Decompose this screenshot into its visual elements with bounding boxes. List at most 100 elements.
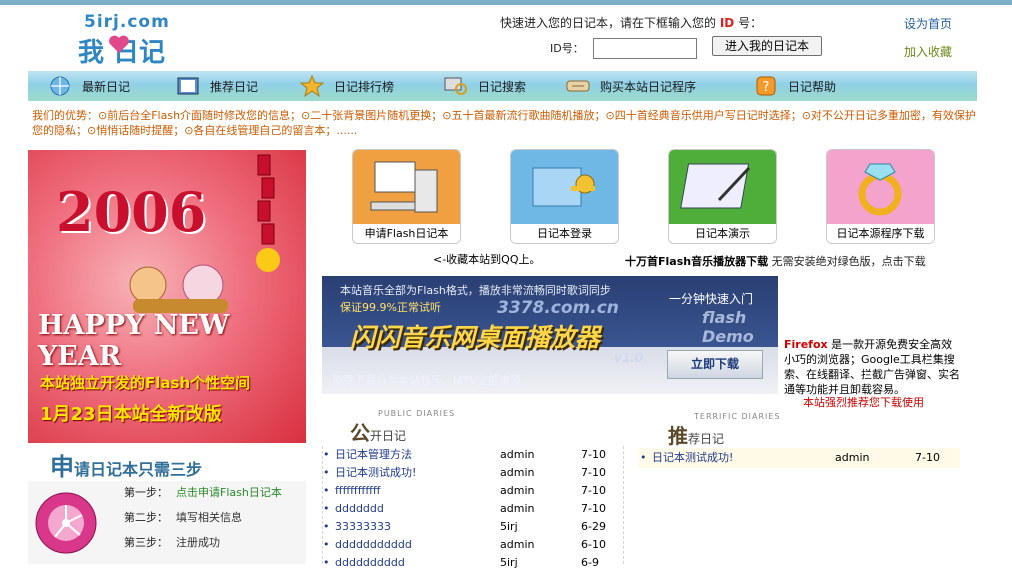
list-item[interactable]: • ddddddd admin 7-10 [323, 500, 623, 518]
advantages-text: 我们的优势：⊙前后台全Flash介面随时修改您的信息；⊙二十张背景图片随机更换；… [32, 109, 976, 137]
book-icon [177, 77, 199, 95]
cartoon-icon [129, 264, 228, 313]
nav-label: 推荐日记 [210, 79, 259, 94]
nav-ranking[interactable]: 日记排行榜 [298, 71, 394, 101]
computer-icon [353, 150, 460, 224]
list-item[interactable]: • 日记本测试成功! admin 7-10 [640, 449, 960, 467]
bullet-icon: • [323, 466, 330, 479]
nav-recommended-diaries[interactable]: 推荐日记 [174, 71, 258, 101]
diary-date: 6-29 [581, 520, 606, 533]
qq-favorite-note[interactable]: <-收藏本站到QQ上。 [433, 251, 541, 267]
nav-search[interactable]: 日记搜索 [442, 71, 526, 101]
nav-label: 日记排行榜 [334, 79, 395, 94]
diary-author: admin [500, 484, 535, 497]
id-input[interactable] [593, 38, 697, 59]
player-quickstart: 一分钟快速入门 [669, 292, 754, 306]
diary-date: 6-10 [581, 538, 606, 551]
diary-title[interactable]: 日记本测试成功! [652, 449, 733, 467]
firefox-name[interactable]: Firefox [784, 338, 828, 351]
nav-latest-diaries[interactable]: 最新日记 [46, 71, 130, 101]
quick-entry-id: ID [719, 16, 735, 30]
step-3: 第三步： 注册成功 [124, 534, 220, 550]
diary-title[interactable]: ddddddd [335, 500, 384, 518]
bullet-icon: • [323, 448, 330, 461]
ring-icon [827, 150, 934, 224]
set-homepage-link[interactable]: 设为首页 [904, 15, 952, 32]
diary-author: 5irj [500, 520, 518, 533]
step-value: 注册成功 [176, 536, 220, 549]
list-item[interactable]: • ddddddddddd admin 6-10 [323, 536, 623, 554]
banner-greeting: HAPPY NEW YEAR [38, 310, 230, 372]
diary-title[interactable]: 日记本测试成功! [335, 464, 416, 482]
source-download-button[interactable]: 日记本源程序下载 [826, 149, 935, 244]
diary-login-button[interactable]: 日记本登录 [510, 149, 619, 244]
heart-icon [109, 35, 129, 53]
apply-diary-button[interactable]: 申请Flash日记本 [352, 149, 461, 244]
svg-text:?: ? [763, 80, 770, 95]
top-border [0, 0, 1012, 5]
nav-buy-program[interactable]: 购买本站日记程序 [564, 71, 696, 101]
pinwheel-icon [35, 492, 97, 554]
diary-author: admin [500, 538, 535, 551]
list-item[interactable]: • 33333333 5irj 6-29 [323, 518, 623, 536]
step-label: 第二步： [124, 511, 168, 524]
public-title-rest: 开日记 [370, 429, 407, 443]
diary-title[interactable]: 日记本管理方法 [335, 446, 412, 464]
tablet-pen-icon [669, 150, 776, 224]
bullet-icon: • [323, 538, 330, 551]
add-favorite-link[interactable]: 加入收藏 [904, 43, 952, 60]
new-year-banner[interactable]: 2006 HAPPY NEW YEAR 本站独立开发的Flash个性空间 1月2… [28, 150, 306, 443]
quick-entry-suffix: 号： [738, 16, 763, 30]
steps-title: 申请日记本只需三步 [50, 447, 202, 482]
list-item[interactable]: • dddddddddd 5irj 6-9 [323, 554, 623, 572]
list-item[interactable]: • 日记本测试成功! admin 7-10 [323, 464, 623, 482]
main-nav: 最新日记 推荐日记 日记排行榜 日记搜索 购买本站日记程序 ? 日记帮助 [28, 71, 977, 101]
player-banner[interactable]: 本站音乐全部为Flash格式，播放非常流畅同时歌词同步 保证99.9%正常试听 … [322, 276, 778, 394]
button-label: 申请Flash日记本 [353, 224, 460, 243]
public-title-big: 公 [350, 421, 370, 445]
diary-title[interactable]: ffffffffffff [335, 482, 380, 500]
list-item[interactable]: • ffffffffffff admin 7-10 [323, 482, 623, 500]
recommended-title-rest: 荐日记 [688, 432, 725, 446]
nav-help[interactable]: ? 日记帮助 [752, 71, 836, 101]
public-section-title: 公开日记 [350, 417, 406, 446]
diary-date: 7-10 [581, 448, 606, 461]
bullet-icon: • [640, 451, 647, 464]
diary-author: 5irj [500, 556, 518, 569]
firefox-recommend[interactable]: 本站强烈推荐您下载使用 [803, 394, 924, 410]
diary-title[interactable]: dddddddddd [335, 554, 405, 572]
step-2: 第二步： 填写相关信息 [124, 509, 242, 525]
diary-demo-button[interactable]: 日记本演示 [668, 149, 777, 244]
banner-line-2: 1月23日本站全新改版 [40, 404, 222, 425]
star-icon [299, 75, 325, 97]
search-computer-icon [444, 77, 467, 95]
list-item[interactable]: • 日记本管理方法 admin 7-10 [323, 446, 623, 464]
bullet-icon: • [323, 502, 330, 515]
logo-domain[interactable]: 5irj.com [84, 12, 170, 32]
player-bottom-text: 免费下载分享本站音乐、MTV全部资源 [332, 374, 521, 387]
diary-title[interactable]: ddddddddddd [335, 536, 412, 554]
bullet-icon: • [323, 556, 330, 569]
player-site: 3378.com.cn [497, 298, 619, 318]
globe-icon [50, 76, 70, 96]
button-label: 日记本演示 [669, 224, 776, 243]
banner-year: 2006 [56, 180, 207, 244]
step-1: 第一步： 点击申请Flash日记本 [124, 484, 282, 500]
flash-player-title[interactable]: 十万首Flash音乐播放器下载 [625, 255, 768, 268]
diary-author: admin [835, 451, 870, 464]
player-version: v1.0 [614, 351, 644, 365]
id-label: ID号： [550, 42, 584, 55]
player-line-2: 保证99.9%正常试听 [340, 301, 441, 314]
diary-title[interactable]: 33333333 [335, 518, 391, 536]
flash-player-desc: 无需安装绝对绿色版，点击下载 [771, 255, 926, 268]
step-1-link[interactable]: 点击申请Flash日记本 [176, 486, 282, 499]
bullet-icon: • [323, 484, 330, 497]
steps-title-rest: 请日记本只需三步 [74, 460, 203, 479]
flash-player-download[interactable]: 十万首Flash音乐播放器下载 无需安装绝对绿色版，点击下载 [625, 253, 926, 269]
enter-diary-button[interactable]: 进入我的日记本 [712, 36, 822, 56]
bullet-icon: • [323, 520, 330, 533]
diary-date: 7-10 [915, 451, 940, 464]
player-line-1: 本站音乐全部为Flash格式，播放非常流畅同时歌词同步 [340, 284, 611, 297]
player-download-button[interactable]: 立即下载 [667, 350, 763, 379]
diary-author: admin [500, 466, 535, 479]
